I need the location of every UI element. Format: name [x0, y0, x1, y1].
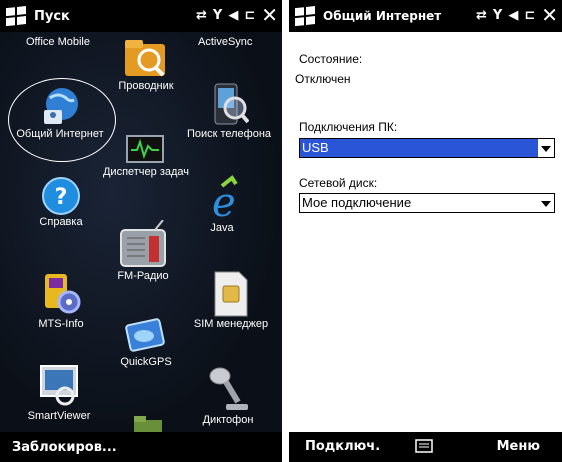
app-fm-radio[interactable]: FM-Радио	[112, 220, 174, 282]
volume-icon[interactable]: ◀	[228, 8, 238, 23]
app-label: SmartViewer	[27, 410, 91, 422]
soft-key-bar: Подключ. Меню	[289, 432, 562, 462]
app-label: Диктофон	[202, 414, 254, 426]
status-bar: Общий Интернет ⇄ Y ◀ ⊏ ✕	[289, 0, 562, 32]
app-provodnik[interactable]: Проводник	[116, 38, 176, 92]
softkey-menu[interactable]: Меню	[497, 439, 540, 454]
internet-sharing-screen: Общий Интернет ⇄ Y ◀ ⊏ ✕ Состояние: Откл…	[289, 0, 562, 462]
keyboard-icon[interactable]	[415, 439, 433, 453]
app-label: Справка	[39, 216, 83, 228]
state-value: Отключен	[295, 72, 351, 86]
app-office-mobile[interactable]: Office Mobile	[26, 36, 90, 48]
help-icon: ?	[42, 177, 80, 215]
app-label: Поиск телефона	[186, 128, 272, 140]
app-diktofon[interactable]: Диктофон	[196, 364, 260, 426]
app-sim-menedzher[interactable]: SIM менеджер	[186, 270, 276, 330]
explorer-folder-icon	[125, 40, 165, 77]
status-bar: Пуск ⇄ Y ◀ ⊏ ✕	[0, 0, 282, 32]
app-label: QuickGPS	[120, 356, 172, 368]
mts-info-icon	[45, 274, 81, 314]
close-icon[interactable]: ✕	[261, 5, 278, 25]
fm-radio-icon	[120, 220, 166, 267]
network-drive-select[interactable]: Мое подключение	[299, 193, 555, 213]
signal-icon[interactable]: Y	[213, 8, 222, 23]
app-label: Office Mobile	[26, 36, 90, 48]
windows-logo-icon[interactable]	[6, 6, 28, 27]
pc-connection-label: Подключения ПК:	[299, 120, 398, 134]
app-label: Диспетчер задач	[102, 166, 190, 178]
app-grid: Office Mobile Проводник ActiveSync Общий…	[0, 32, 282, 432]
gps-icon	[125, 318, 165, 352]
close-icon[interactable]: ✕	[541, 5, 558, 25]
app-label: ActiveSync	[198, 36, 253, 48]
windows-logo-icon[interactable]	[295, 6, 317, 27]
connectivity-icon[interactable]: ⇄	[476, 8, 487, 23]
app-partial-icon[interactable]	[132, 414, 164, 432]
task-manager-icon	[126, 135, 164, 163]
softkey-lock[interactable]: Заблокиров...	[12, 440, 117, 455]
softkey-connect[interactable]: Подключ.	[305, 439, 380, 454]
phone-search-icon	[214, 83, 249, 125]
app-dispetcher-zadach[interactable]: Диспетчер задач	[98, 134, 194, 178]
app-quickgps[interactable]: QuickGPS	[116, 314, 176, 368]
connectivity-icon[interactable]: ⇄	[196, 8, 207, 23]
soft-key-bar: Заблокиров...	[0, 432, 282, 462]
pc-connection-value: USB	[302, 140, 329, 155]
pc-connection-select[interactable]: USB	[299, 138, 555, 158]
state-label: Состояние:	[299, 52, 363, 66]
status-title[interactable]: Пуск	[34, 9, 70, 24]
app-java[interactable]: e Java	[198, 172, 246, 234]
sim-card-icon	[214, 271, 248, 317]
app-label: MTS-Info	[38, 318, 84, 330]
battery-icon[interactable]: ⊏	[244, 8, 255, 23]
chevron-down-icon[interactable]	[541, 146, 551, 152]
network-drive-value: Мое подключение	[302, 195, 412, 210]
start-screen: Пуск ⇄ Y ◀ ⊏ ✕ Office Mobile Проводник A…	[0, 0, 282, 462]
app-label: FM-Радио	[117, 270, 169, 282]
chevron-down-icon[interactable]	[541, 201, 551, 207]
volume-icon[interactable]: ◀	[508, 8, 518, 23]
smartviewer-icon	[40, 365, 78, 406]
signal-icon[interactable]: Y	[493, 8, 502, 23]
microphone-icon	[209, 367, 248, 410]
svg-text:?: ?	[55, 185, 68, 210]
app-label: Java	[210, 222, 234, 234]
battery-icon[interactable]: ⊏	[524, 8, 535, 23]
app-label: SIM менеджер	[193, 318, 269, 330]
network-drive-label: Сетевой диск:	[299, 176, 378, 190]
status-title: Общий Интернет	[323, 9, 442, 23]
app-smartviewer[interactable]: SmartViewer	[26, 362, 92, 422]
app-mts-info[interactable]: MTS-Info	[30, 270, 92, 330]
app-label: Проводник	[118, 80, 174, 92]
app-poisk-telefona[interactable]: Поиск телефона	[184, 82, 274, 140]
app-spravka[interactable]: ? Справка	[36, 176, 86, 228]
app-activesync[interactable]: ActiveSync	[198, 36, 252, 48]
java-icon: e	[212, 175, 238, 222]
